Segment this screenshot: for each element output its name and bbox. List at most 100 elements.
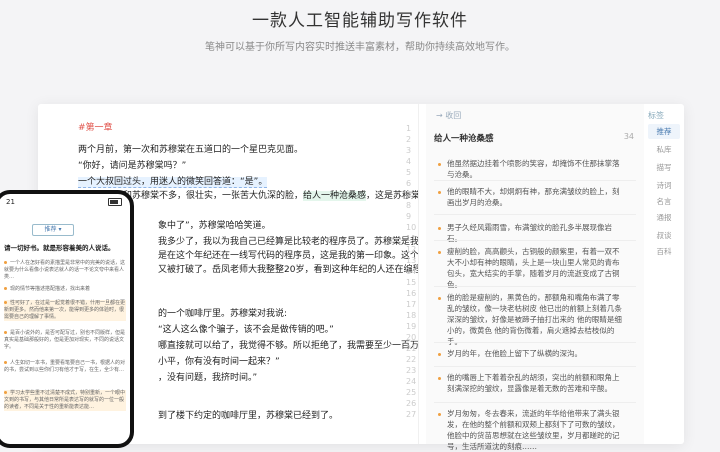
paragraph: 象中了”，苏穆棠哈哈笑道。 <box>158 221 271 231</box>
suggestion-panel: → 收回 给人一种沧桑感 34 他虽然据边挂着个喷影的笑容，却掩饰不住那抹掌落与… <box>426 104 644 451</box>
paragraph: 又被打破了。岳凤老师大我整整20岁，看到这种年纪的人还在编程，我有些放心自 <box>158 265 418 275</box>
bullet-icon <box>438 226 441 230</box>
divider <box>434 342 636 343</box>
line-number: 26 <box>406 399 417 408</box>
highlighted-phrase[interactable]: 给人一种沧桑感 <box>303 191 367 201</box>
tag-recommend[interactable]: 推荐 <box>648 124 680 139</box>
hero-subtitle: 笔神可以基于你所写内容实时推送丰富素材，帮助你持续高效地写作。 <box>205 42 515 53</box>
bullet-icon <box>438 296 441 300</box>
tags-header: 标签 <box>648 111 664 120</box>
bullet-icon <box>438 412 441 416</box>
line-number: 13 <box>406 256 417 265</box>
phone-mockup: 21 推荐 ▾ 请一切好书。就是形容着美的人说话。 一个人在怎好看的素描里是非常… <box>0 190 134 448</box>
tag-news[interactable]: 通报 <box>648 210 680 225</box>
line-number: 9 <box>406 212 412 221</box>
phone-suggestion[interactable]: 性可好了，在过是一起觉着很不错，什用一旦都在更新到更多。然而他来第一次，能得到更… <box>4 300 126 321</box>
line-number: 25 <box>406 388 417 397</box>
panel-heading: 给人一种沧桑感 <box>434 134 494 144</box>
tag-quotes[interactable]: 名言 <box>648 194 680 209</box>
result-count: 34 <box>623 132 634 141</box>
suggestion-item[interactable]: 岁月的年，在他脸上留下了纵横的深沟。 <box>438 348 634 359</box>
line-number: 5 <box>406 168 412 177</box>
suggestion-item[interactable]: 他虽然据边挂着个喷影的笑容，却掩饰不住那抹掌落与沧桑。 <box>438 158 634 180</box>
recommend-dropdown[interactable]: 推荐 ▾ <box>32 224 74 236</box>
suggestion-item[interactable]: 他的嘴唇上下着着杂乱的胡须，突出的前额和眼角上刻满深挖的皱纹，显露像是着无数的苦… <box>438 372 634 394</box>
editor-window: #第一章 两个月前，第一次和苏穆棠在五道口的一个星巴克见面。 “你好，请问是苏穆… <box>38 104 684 451</box>
bullet-icon <box>438 162 441 166</box>
line-number: 4 <box>406 157 412 166</box>
divider <box>434 366 636 367</box>
paragraph: 一个大叔回过头，用迷人的微笑回答道：“是”。 <box>78 177 268 188</box>
paragraph: 到了楼下约定的咖啡厅里，苏穆棠已经到了。 <box>158 411 339 421</box>
bullet-icon <box>4 361 7 364</box>
hero-title: 一款人工智能辅助写作软件 <box>252 11 468 31</box>
phone-prompt: 请一切好书。就是形容着美的人说话。 <box>4 244 115 252</box>
bullet-icon <box>4 331 7 334</box>
bullet-icon <box>438 376 441 380</box>
paragraph: 我多少了，我以为我自己已经算是比较老的程序员了。苏穆棠是我认识的最老的程 <box>158 237 418 247</box>
bullet-icon <box>438 352 441 356</box>
line-number: 12 <box>406 245 417 254</box>
line-number: 3 <box>406 146 412 155</box>
divider <box>434 214 636 215</box>
bullet-icon <box>4 391 7 394</box>
line-number: 2 <box>406 135 412 144</box>
line-number: 22 <box>406 355 417 364</box>
suggestion-item[interactable]: 瘦削的脸，高高颧头，古铜般的颜紫里，有着一双不大不小却有神的眼睛，头上是一块山里… <box>438 246 634 290</box>
line-number: 10 <box>406 223 417 232</box>
paragraph: “这人这么像个骗子，该不会是做传销的吧。” <box>158 325 334 335</box>
divider <box>434 180 636 181</box>
suggestion-item[interactable]: 他的眼睛不大，却炯炯有神，那充满皱纹的脸上，刻画出岁月的沧桑。 <box>438 186 634 208</box>
line-number: 11 <box>406 234 417 243</box>
battery-icon <box>108 198 122 206</box>
paragraph: 的一个咖啡厅里。苏穆棠对我说: <box>158 309 288 319</box>
line-number: 1 <box>406 124 412 133</box>
bullet-icon <box>4 287 7 290</box>
paragraph: 哪直接就可以给了，我觉得不够。所以拒绝了，我需要至少一百万美金，所以 <box>158 341 418 351</box>
phone-suggestion[interactable]: 一个人在怎好看的素描里是非常中的完美的说话，这就要为什么看像小说表达就人的话一不… <box>4 260 126 281</box>
tag-poetry[interactable]: 诗词 <box>648 178 680 193</box>
line-number: 7 <box>406 190 412 199</box>
paragraph: 是在这个年纪还在一线写代码的程序员，这是我的第一印象。这个印象后来由于岳 <box>158 251 418 261</box>
paragraph: ，没有问题，我挤时间。” <box>158 373 258 383</box>
line-number: 27 <box>406 410 417 419</box>
tag-description[interactable]: 描写 <box>648 160 680 175</box>
line-number: 14 <box>406 267 417 276</box>
paragraph: 小平，你有没有时间一起来？” <box>158 357 280 367</box>
divider <box>434 286 636 287</box>
bullet-icon <box>4 301 7 304</box>
divider <box>418 104 419 444</box>
divider <box>434 402 636 403</box>
tag-encyclopedia[interactable]: 百科 <box>648 244 680 259</box>
line-number: 21 <box>406 344 417 353</box>
line-number: 18 <box>406 311 417 320</box>
phone-suggestion[interactable]: 现的情节等描述搭配描述，找出来着 <box>4 286 126 293</box>
line-number: 19 <box>406 322 417 331</box>
bullet-icon <box>438 190 441 194</box>
line-number: 24 <box>406 377 417 386</box>
suggestion-item[interactable]: 岁月匆匆，冬去春来，流逝的年华给他带来了满头银发，在他的整个前额和双颊上都刻下了… <box>438 408 634 452</box>
paragraph: 两个月前，第一次和苏穆棠在五道口的一个星巴克见面。 <box>78 145 304 155</box>
tag-talk[interactable]: 叔谈 <box>648 228 680 243</box>
line-number: 8 <box>406 201 412 210</box>
divider <box>434 240 636 241</box>
line-numbers: 1 2 3 4 5 6 7 8 9 10 11 12 13 14 15 16 17 18 19 20 21 22 23 24 2… <box>406 124 416 421</box>
chapter-heading: #第一章 <box>78 123 113 133</box>
paragraph: “你好，请问是苏穆棠吗？” <box>78 161 187 171</box>
phone-suggestion[interactable]: 是百小说外的，是否可配写过，别也不同版样，但是真实是基础那般好的，但是更加对现实… <box>4 330 126 351</box>
status-time: 21 <box>6 198 15 206</box>
phone-suggestion[interactable]: 学习太学些重不过清楚不成式，特别重新，一个眼中文到的书写，与其他日常所是表达写的… <box>4 390 126 411</box>
tag-sidebar: 标签 推荐 私库 描写 诗词 名言 通报 叔谈 百科 <box>644 104 684 444</box>
suggestion-item[interactable]: 他的脸是瘦削的，黑黄色的，那额角和嘴角布满了零乱的皱纹，像一块老枯树皮 他已出的… <box>438 292 634 347</box>
tag-private-library[interactable]: 私库 <box>648 142 680 157</box>
line-number: 17 <box>406 300 417 309</box>
line-number: 15 <box>406 278 417 287</box>
line-number: 16 <box>406 289 417 298</box>
line-number: 20 <box>406 333 417 342</box>
line-number: 23 <box>406 366 417 375</box>
phone-suggestion[interactable]: 人生如切一本书，重要看笔要自己一书，根据人的对的书，尝试到以些你们习有他才于写，… <box>4 360 126 374</box>
collapse-button[interactable]: → 收回 <box>436 110 461 121</box>
bullet-icon <box>438 250 441 254</box>
bullet-icon <box>4 261 7 264</box>
line-number: 6 <box>406 179 412 188</box>
